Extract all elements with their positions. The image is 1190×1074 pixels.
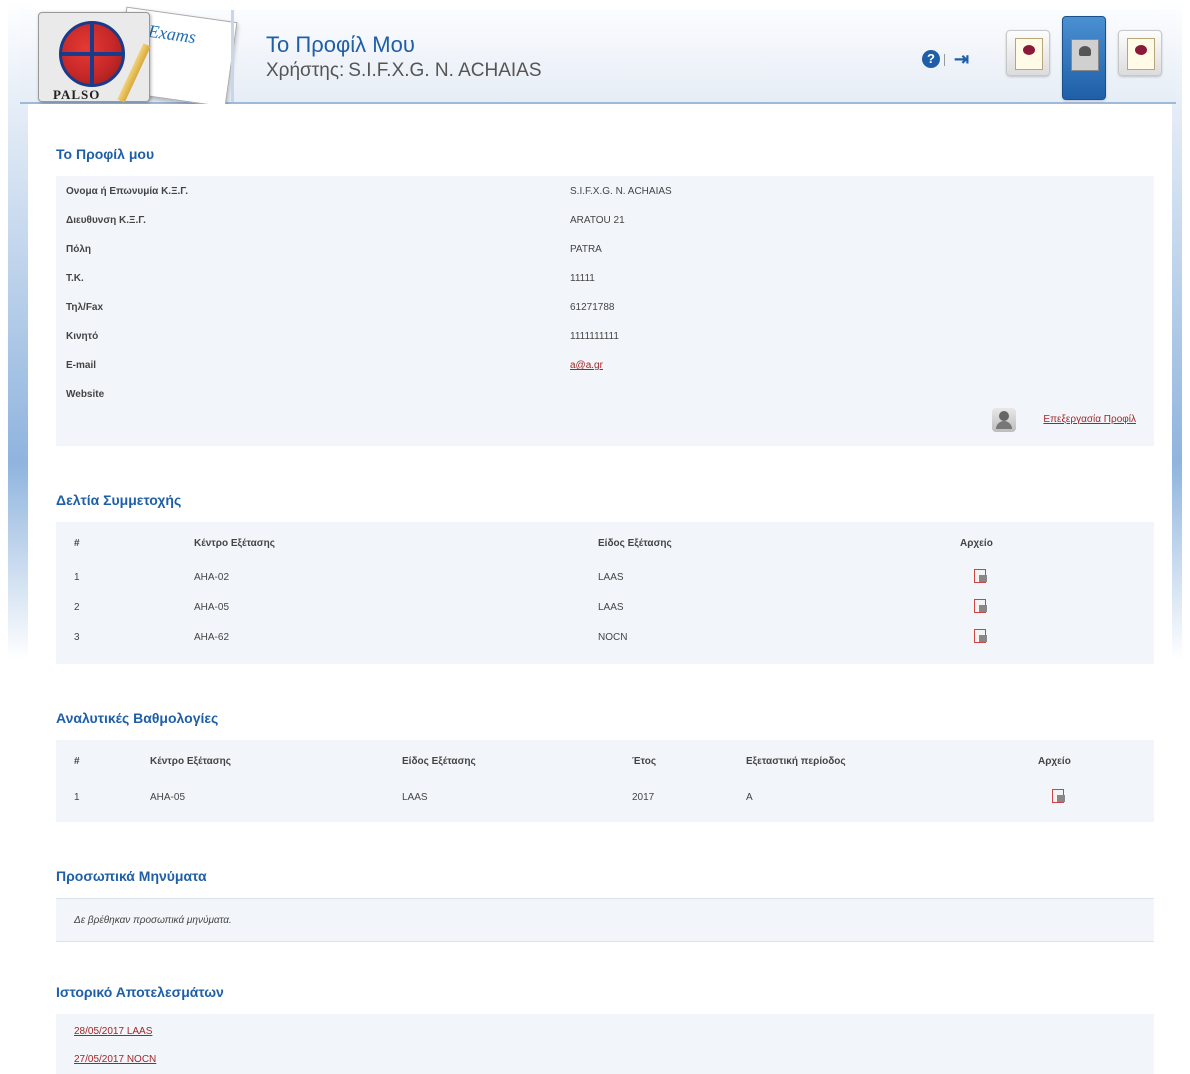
row-type: LAAS — [598, 602, 624, 613]
no-messages-text: Δε βρέθηκαν προσωπικά μηνύματα. — [74, 915, 232, 926]
diploma-button[interactable] — [1118, 30, 1162, 76]
col-header-type: Είδος Εξέτασης — [598, 538, 672, 549]
row-center: AHA-62 — [194, 632, 230, 643]
row-num: 1 — [74, 792, 80, 803]
pdf-icon[interactable] — [974, 569, 988, 583]
row-year: 2017 — [632, 792, 655, 803]
grades-panel: # Κέντρο Εξέτασης Είδος Εξέτασης Έτος Εξ… — [56, 740, 1154, 822]
profile-label: T.K. — [66, 273, 84, 284]
col-header-num: # — [74, 756, 80, 767]
pdf-icon[interactable] — [974, 629, 988, 643]
row-type: NOCN — [598, 632, 628, 643]
row-num: 2 — [74, 602, 80, 613]
profile-label: Website — [66, 389, 105, 400]
profile-value: ARATOU 21 — [570, 215, 625, 226]
profile-section-title: Το Προφίλ μου — [56, 146, 155, 162]
history-link[interactable]: 28/05/2017 LAAS — [74, 1026, 152, 1037]
col-header-year: Έτος — [632, 756, 657, 767]
certificate-icon — [1015, 38, 1043, 70]
messages-panel: Δε βρέθηκαν προσωπικά μηνύματα. — [56, 898, 1154, 942]
certificate-button[interactable] — [1006, 30, 1050, 76]
profile-value: 11111 — [570, 273, 595, 284]
profile-label: Διευθυνση Κ.Ξ.Γ. — [66, 215, 146, 226]
profile-value: 61271788 — [570, 302, 615, 313]
user-line: Χρήστης: S.I.F.X.G. N. ACHAIAS — [266, 60, 542, 82]
main-content: Το Προφίλ μου Ονομα ή Επωνυμία Κ.Ξ.Γ. S.… — [28, 104, 1172, 1074]
palso-logo[interactable]: Exams PALSO — [30, 6, 238, 108]
globe-icon — [59, 21, 125, 87]
col-header-center: Κέντρο Εξέτασης — [150, 756, 231, 767]
history-link[interactable]: 27/05/2017 NOCN — [74, 1054, 156, 1065]
row-num: 1 — [74, 572, 80, 583]
col-header-file: Αρχείο — [960, 538, 993, 549]
history-panel: 28/05/2017 LAAS 27/05/2017 NOCN — [56, 1014, 1154, 1074]
profile-icon — [1071, 39, 1099, 71]
profile-label: E-mail — [66, 360, 97, 371]
profile-value: PATRA — [570, 244, 602, 255]
col-header-file: Αρχείο — [1038, 756, 1071, 767]
logout-icon[interactable]: ⇥ — [954, 49, 974, 69]
diploma-icon — [1127, 38, 1155, 70]
row-num: 3 — [74, 632, 80, 643]
email-link[interactable]: a@a.gr — [570, 360, 603, 371]
participation-panel: # Κέντρο Εξέτασης Είδος Εξέτασης Αρχείο … — [56, 522, 1154, 664]
participation-section-title: Δελτία Συμμετοχής — [56, 492, 182, 508]
edit-profile-link[interactable]: Επεξεργασία Προφίλ — [1043, 414, 1136, 425]
row-type: LAAS — [598, 572, 624, 583]
profile-label: Πόλη — [66, 244, 91, 255]
edit-profile-icon[interactable] — [992, 408, 1016, 432]
row-type: LAAS — [402, 792, 428, 803]
user-name: S.I.F.X.G. N. ACHAIAS — [348, 60, 542, 81]
profile-value: a@a.gr — [570, 360, 970, 371]
user-label: Χρήστης: — [266, 60, 345, 81]
help-icon[interactable]: ? — [922, 50, 940, 68]
grades-section-title: Αναλυτικές Βαθμολογίες — [56, 710, 219, 726]
profile-value: 1111111111 — [570, 331, 619, 342]
profile-panel: Ονομα ή Επωνυμία Κ.Ξ.Γ. S.I.F.X.G. N. AC… — [56, 176, 1154, 446]
messages-section-title: Προσωπικά Μηνύματα — [56, 868, 207, 884]
logo-palso-text: PALSO — [53, 87, 101, 102]
row-center: AHA-05 — [194, 602, 230, 613]
row-center: AHA-02 — [194, 572, 230, 583]
header-divider — [231, 10, 234, 102]
logo-card: PALSO — [38, 12, 150, 102]
history-section-title: Ιστορικό Αποτελεσμάτων — [56, 984, 224, 1000]
col-header-type: Είδος Εξέτασης — [402, 756, 476, 767]
page-title: Το Προφίλ Μου — [266, 32, 415, 57]
col-header-num: # — [74, 538, 80, 549]
profile-button[interactable] — [1062, 16, 1106, 100]
profile-label: Κινητό — [66, 331, 99, 342]
header-bar: Exams PALSO Το Προφίλ Μου Χρήστης: S.I.F.… — [20, 6, 1176, 108]
profile-value: S.I.F.X.G. N. ACHAIAS — [570, 186, 672, 197]
pdf-icon[interactable] — [1052, 789, 1066, 803]
profile-label: Ονομα ή Επωνυμία Κ.Ξ.Γ. — [66, 186, 188, 197]
profile-label: Τηλ/Fax — [66, 302, 104, 313]
col-header-center: Κέντρο Εξέτασης — [194, 538, 275, 549]
pdf-icon[interactable] — [974, 599, 988, 613]
row-period: A — [746, 792, 753, 803]
toolbar-separator — [944, 54, 945, 66]
row-center: AHA-05 — [150, 792, 186, 803]
col-header-period: Εξεταστική περίοδος — [746, 756, 846, 767]
